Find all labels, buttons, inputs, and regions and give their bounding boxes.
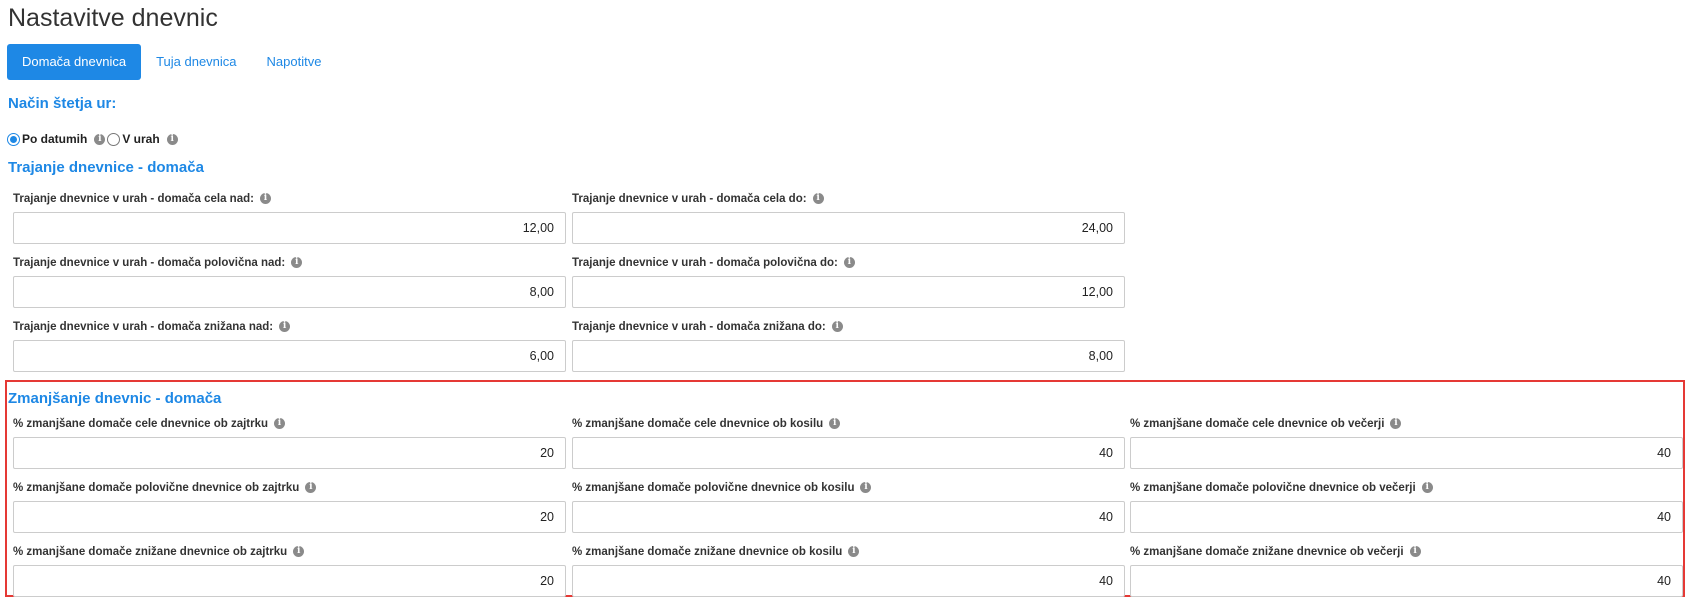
field-label: % zmanjšane domače cele dnevnice ob kosi… <box>572 417 1125 432</box>
reduction-input[interactable]: 40 <box>572 565 1125 597</box>
info-icon[interactable]: i <box>1409 546 1421 558</box>
tab-assignments[interactable]: Napotitve <box>252 44 337 80</box>
reduction-field: % zmanjšane domače cele dnevnice ob kosi… <box>572 417 1125 469</box>
field-label: % zmanjšane domače cele dnevnice ob veče… <box>1130 417 1683 432</box>
field-label: Trajanje dnevnice v urah - domača znižan… <box>13 320 566 335</box>
info-icon[interactable]: i <box>843 257 855 269</box>
settings-page: Nastavitve dnevnic Domača dnevnica Tuja … <box>0 0 1690 605</box>
field-label: % zmanjšane domače znižane dnevnice ob v… <box>1130 545 1683 560</box>
counting-options: Po datumih i V urah i <box>7 132 178 146</box>
duration-field: Trajanje dnevnice v urah - domača cela d… <box>572 192 1125 244</box>
field-label: Trajanje dnevnice v urah - domača polovi… <box>572 256 1125 271</box>
info-icon[interactable]: i <box>305 482 317 494</box>
info-icon[interactable]: i <box>274 418 286 430</box>
info-icon[interactable]: i <box>812 193 824 205</box>
radio-in-hours-label: V urah <box>122 132 160 146</box>
duration-input[interactable]: 24,00 <box>572 212 1125 244</box>
info-icon[interactable]: i <box>94 133 106 145</box>
info-icon[interactable]: i <box>293 546 305 558</box>
reduction-input[interactable]: 20 <box>13 565 566 597</box>
duration-field: Trajanje dnevnice v urah - domača polovi… <box>572 256 1125 308</box>
page-title: Nastavitve dnevnic <box>8 4 218 32</box>
duration-input[interactable]: 12,00 <box>13 212 566 244</box>
duration-input[interactable]: 12,00 <box>572 276 1125 308</box>
info-icon[interactable]: i <box>1390 418 1402 430</box>
reduction-input[interactable]: 40 <box>572 501 1125 533</box>
duration-field: Trajanje dnevnice v urah - domača znižan… <box>572 320 1125 372</box>
reduction-field: % zmanjšane domače polovične dnevnice ob… <box>13 481 566 533</box>
duration-field: Trajanje dnevnice v urah - domača cela n… <box>13 192 566 244</box>
duration-section-title: Trajanje dnevnice - domača <box>8 159 204 176</box>
info-icon[interactable]: i <box>259 193 271 205</box>
info-icon[interactable]: i <box>829 418 841 430</box>
reduction-field: % zmanjšane domače cele dnevnice ob zajt… <box>13 417 566 469</box>
counting-section-title: Način štetja ur: <box>8 95 117 112</box>
field-label: % zmanjšane domače polovične dnevnice ob… <box>1130 481 1683 496</box>
reduction-field: % zmanjšane domače cele dnevnice ob veče… <box>1130 417 1683 469</box>
info-icon[interactable]: i <box>166 133 178 145</box>
reduction-field: % zmanjšane domače polovične dnevnice ob… <box>1130 481 1683 533</box>
reduction-field: % zmanjšane domače znižane dnevnice ob v… <box>1130 545 1683 597</box>
reduction-input[interactable]: 40 <box>1130 437 1683 469</box>
duration-field: Trajanje dnevnice v urah - domača polovi… <box>13 256 566 308</box>
info-icon[interactable]: i <box>279 321 291 333</box>
duration-input[interactable]: 8,00 <box>13 276 566 308</box>
field-label: % zmanjšane domače polovične dnevnice ob… <box>572 481 1125 496</box>
tab-bar: Domača dnevnica Tuja dnevnica Napotitve <box>7 44 336 80</box>
reduction-input[interactable]: 20 <box>13 437 566 469</box>
tab-foreign-allowance[interactable]: Tuja dnevnica <box>141 44 251 80</box>
radio-in-hours[interactable] <box>107 132 121 146</box>
info-icon[interactable]: i <box>831 321 843 333</box>
info-icon[interactable]: i <box>291 257 303 269</box>
reduction-input[interactable]: 20 <box>13 501 566 533</box>
reduction-field: % zmanjšane domače znižane dnevnice ob z… <box>13 545 566 597</box>
field-label: % zmanjšane domače cele dnevnice ob zajt… <box>13 417 566 432</box>
duration-field: Trajanje dnevnice v urah - domača znižan… <box>13 320 566 372</box>
field-label: % zmanjšane domače znižane dnevnice ob z… <box>13 545 566 560</box>
field-label: Trajanje dnevnice v urah - domača znižan… <box>572 320 1125 335</box>
duration-input[interactable]: 6,00 <box>13 340 566 372</box>
radio-by-dates-label: Po datumih <box>22 132 88 146</box>
reduction-input[interactable]: 40 <box>1130 565 1683 597</box>
duration-input[interactable]: 8,00 <box>572 340 1125 372</box>
info-icon[interactable]: i <box>848 546 860 558</box>
field-label: Trajanje dnevnice v urah - domača polovi… <box>13 256 566 271</box>
reduction-input[interactable]: 40 <box>572 437 1125 469</box>
reduction-input[interactable]: 40 <box>1130 501 1683 533</box>
radio-by-dates[interactable] <box>7 132 20 146</box>
field-label: % zmanjšane domače polovične dnevnice ob… <box>13 481 566 496</box>
field-label: % zmanjšane domače znižane dnevnice ob k… <box>572 545 1125 560</box>
tab-domestic-allowance[interactable]: Domača dnevnica <box>7 44 142 80</box>
info-icon[interactable]: i <box>860 482 872 494</box>
info-icon[interactable]: i <box>1421 482 1433 494</box>
field-label: Trajanje dnevnice v urah - domača cela d… <box>572 192 1125 207</box>
reduction-field: % zmanjšane domače znižane dnevnice ob k… <box>572 545 1125 597</box>
reduction-field: % zmanjšane domače polovične dnevnice ob… <box>572 481 1125 533</box>
field-label: Trajanje dnevnice v urah - domača cela n… <box>13 192 566 207</box>
reduction-section-title: Zmanjšanje dnevnic - domača <box>8 390 222 407</box>
